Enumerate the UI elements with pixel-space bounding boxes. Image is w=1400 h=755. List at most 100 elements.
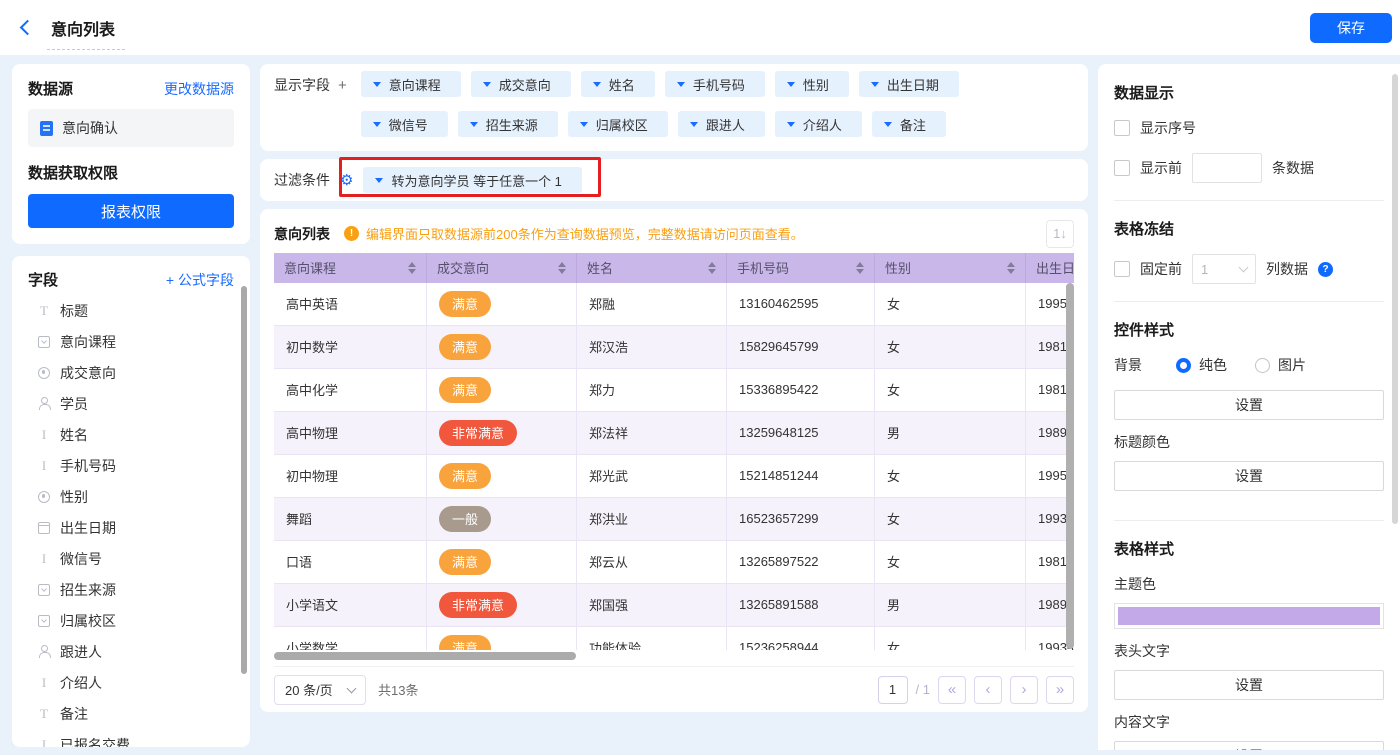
chevron-down-icon bbox=[483, 82, 491, 87]
column-header[interactable]: 手机号码 bbox=[727, 253, 875, 283]
field-item[interactable]: 学员 bbox=[28, 388, 234, 419]
display-field-tag[interactable]: 意向课程 bbox=[361, 71, 461, 97]
field-item[interactable]: T标题 bbox=[28, 295, 234, 326]
report-permission-button[interactable]: 报表权限 bbox=[28, 194, 234, 228]
field-item[interactable]: 出生日期 bbox=[28, 512, 234, 543]
prev-page-button[interactable]: ‹ bbox=[974, 676, 1002, 704]
cell-name: 郑云从 bbox=[577, 541, 727, 584]
cell-name: 郑力 bbox=[577, 369, 727, 412]
display-field-tag[interactable]: 跟进人 bbox=[678, 111, 765, 137]
display-field-tag[interactable]: 微信号 bbox=[361, 111, 448, 137]
field-item[interactable]: 性别 bbox=[28, 481, 234, 512]
text-icon: I bbox=[38, 553, 50, 565]
next-page-button[interactable]: › bbox=[1010, 676, 1038, 704]
chevron-down-icon bbox=[580, 122, 588, 127]
cell-phone: 13259648125 bbox=[727, 412, 875, 455]
intent-badge: 满意 bbox=[439, 549, 491, 575]
page-number-input[interactable]: 1 bbox=[878, 676, 908, 704]
change-datasource-link[interactable]: 更改数据源 bbox=[164, 79, 234, 99]
chevron-down-icon bbox=[787, 122, 795, 127]
bg-solid-radio[interactable] bbox=[1176, 358, 1191, 373]
fields-title: 字段 bbox=[28, 269, 58, 290]
sort-arrows-icon[interactable] bbox=[708, 262, 716, 274]
column-header[interactable]: 姓名 bbox=[577, 253, 727, 283]
chevron-down-icon bbox=[375, 178, 383, 183]
field-item[interactable]: T备注 bbox=[28, 698, 234, 729]
cell-course: 高中物理 bbox=[274, 412, 427, 455]
show-top-checkbox[interactable] bbox=[1114, 160, 1130, 176]
freeze-checkbox[interactable] bbox=[1114, 261, 1130, 277]
freeze-count-select[interactable]: 1 bbox=[1192, 254, 1256, 284]
column-header[interactable]: 意向课程 bbox=[274, 253, 427, 283]
display-field-tag[interactable]: 出生日期 bbox=[859, 71, 959, 97]
sort-arrows-icon[interactable] bbox=[408, 262, 416, 274]
last-page-button[interactable]: » bbox=[1046, 676, 1074, 704]
cell-intent: 一般 bbox=[427, 498, 577, 541]
field-item[interactable]: 成交意向 bbox=[28, 357, 234, 388]
sort-arrows-icon[interactable] bbox=[1007, 262, 1015, 274]
table-horizontal-scrollbar[interactable] bbox=[274, 652, 576, 660]
show-top-count-input[interactable] bbox=[1192, 153, 1262, 183]
field-item[interactable]: 跟进人 bbox=[28, 636, 234, 667]
sort-arrows-icon[interactable] bbox=[558, 262, 566, 274]
field-item[interactable]: I微信号 bbox=[28, 543, 234, 574]
column-header-label: 成交意向 bbox=[437, 258, 489, 277]
display-field-tag-label: 招生来源 bbox=[486, 115, 538, 134]
sort-order-button[interactable]: 1↓ bbox=[1046, 220, 1074, 248]
field-item[interactable]: 意向课程 bbox=[28, 326, 234, 357]
table-panel: 意向列表 ! 编辑界面只取数据源前200条作为查询数据预览，完整数据请访问页面查… bbox=[260, 209, 1088, 712]
fields-scrollbar[interactable] bbox=[241, 286, 247, 674]
display-field-tag[interactable]: 招生来源 bbox=[458, 111, 558, 137]
table-row: 舞蹈一般郑洪业16523657299女1993-08 bbox=[274, 498, 1074, 541]
table-vertical-scrollbar[interactable] bbox=[1066, 283, 1074, 649]
display-field-tag[interactable]: 性别 bbox=[775, 71, 849, 97]
add-formula-field-link[interactable]: + 公式字段 bbox=[166, 270, 234, 290]
cell-intent: 满意 bbox=[427, 283, 577, 326]
page-size-select[interactable]: 20 条/页 bbox=[274, 675, 366, 705]
field-item[interactable]: 招生来源 bbox=[28, 574, 234, 605]
field-item[interactable]: I介绍人 bbox=[28, 667, 234, 698]
display-field-tag[interactable]: 手机号码 bbox=[665, 71, 765, 97]
filter-condition-tag[interactable]: 转为意向学员 等于任意一个 1 bbox=[363, 167, 581, 193]
display-field-tag[interactable]: 姓名 bbox=[581, 71, 655, 97]
field-item[interactable]: I姓名 bbox=[28, 419, 234, 450]
datasource-item[interactable]: 意向确认 bbox=[28, 109, 234, 147]
help-icon[interactable]: ? bbox=[1318, 262, 1333, 277]
display-field-tag[interactable]: 归属校区 bbox=[568, 111, 668, 137]
chevron-down-icon bbox=[677, 82, 685, 87]
background-label: 背景 bbox=[1114, 355, 1166, 375]
theme-color-picker[interactable] bbox=[1114, 603, 1384, 629]
gear-icon[interactable]: ⚙ bbox=[340, 173, 353, 188]
field-item[interactable]: 归属校区 bbox=[28, 605, 234, 636]
column-header[interactable]: 出生日期 bbox=[1026, 253, 1074, 283]
header-text-set-button[interactable]: 设置 bbox=[1114, 670, 1384, 700]
add-display-field-button[interactable]: + bbox=[338, 77, 347, 94]
content-text-set-button[interactable]: 设置 bbox=[1114, 741, 1384, 750]
chevron-down-icon bbox=[373, 82, 381, 87]
back-icon[interactable] bbox=[20, 20, 36, 36]
theme-color-label: 主题色 bbox=[1114, 574, 1384, 594]
title-icon: T bbox=[38, 305, 50, 317]
field-item[interactable]: I手机号码 bbox=[28, 450, 234, 481]
center-area: 显示字段+ 意向课程成交意向姓名手机号码性别出生日期微信号招生来源归属校区跟进人… bbox=[260, 64, 1088, 755]
save-button[interactable]: 保存 bbox=[1310, 13, 1392, 43]
data-table: 意向课程成交意向姓名手机号码性别出生日期 高中英语满意郑融13160462595… bbox=[274, 253, 1074, 650]
datasource-panel: 数据源 更改数据源 意向确认 数据获取权限 报表权限 bbox=[12, 64, 250, 244]
title-color-set-button[interactable]: 设置 bbox=[1114, 461, 1384, 491]
background-set-button[interactable]: 设置 bbox=[1114, 390, 1384, 420]
settings-sidebar: 数据显示 显示序号 显示前 条数据 表格冻结 固定前 1 列数据 ? 控件样式 … bbox=[1098, 64, 1400, 750]
display-field-tag[interactable]: 备注 bbox=[872, 111, 946, 137]
bg-image-radio[interactable] bbox=[1255, 358, 1270, 373]
display-field-tag[interactable]: 成交意向 bbox=[471, 71, 571, 97]
display-field-tag[interactable]: 介绍人 bbox=[775, 111, 862, 137]
show-index-checkbox[interactable] bbox=[1114, 120, 1130, 136]
sort-arrows-icon[interactable] bbox=[856, 262, 864, 274]
first-page-button[interactable]: « bbox=[938, 676, 966, 704]
settings-scrollbar[interactable] bbox=[1392, 74, 1398, 524]
display-field-tag-label: 备注 bbox=[900, 115, 926, 134]
field-label: 成交意向 bbox=[60, 363, 116, 383]
field-item[interactable]: I已报名交费 bbox=[28, 729, 234, 747]
column-header[interactable]: 成交意向 bbox=[427, 253, 577, 283]
radio-icon bbox=[38, 367, 50, 379]
column-header[interactable]: 性别 bbox=[875, 253, 1026, 283]
